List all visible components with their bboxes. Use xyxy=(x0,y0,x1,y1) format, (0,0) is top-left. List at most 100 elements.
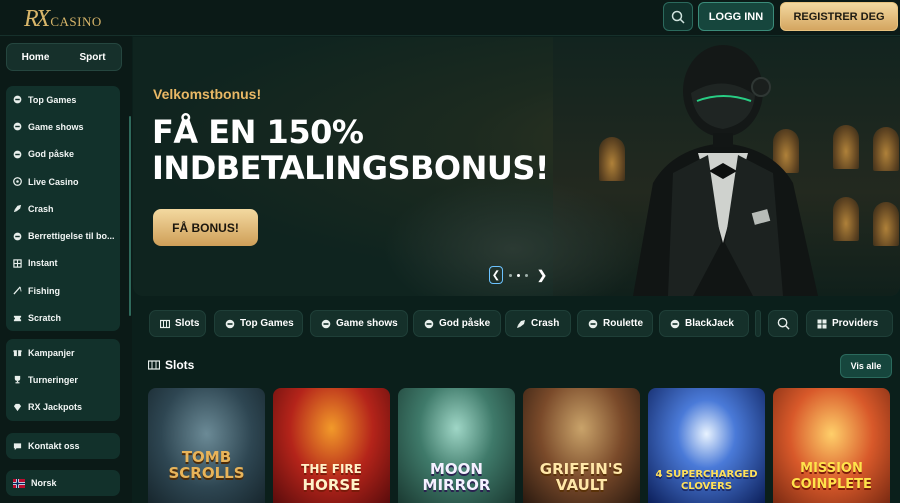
category-search-button[interactable] xyxy=(768,310,798,337)
robot-butler-illustration xyxy=(633,45,818,296)
sidebar: Home Sport Top Games Game shows God påsk… xyxy=(0,36,132,503)
roulette-icon xyxy=(13,177,22,186)
language-label: Norsk xyxy=(31,478,57,488)
sidebar-item-label: Scratch xyxy=(28,313,62,324)
category-label: God påske xyxy=(439,318,491,329)
sidebar-item-crash[interactable]: Crash xyxy=(6,195,120,222)
norway-flag-icon xyxy=(13,478,25,488)
sidebar-item-instant[interactable]: Instant xyxy=(6,250,120,277)
sidebar-item-label: Instant xyxy=(28,258,58,269)
game-title: Mission Coinplete xyxy=(791,461,872,492)
chip-icon xyxy=(424,319,434,329)
sidebar-item-label: Fishing xyxy=(28,285,60,296)
header-search-button[interactable] xyxy=(663,2,693,31)
sidebar-item-label: Berrettigelse til bo... xyxy=(28,231,115,242)
see-all-button[interactable]: Vis alle xyxy=(840,354,892,378)
sidebar-item-god-paske[interactable]: God påske xyxy=(6,141,120,168)
logo-mark: RX xyxy=(24,6,50,32)
sidebar-item-label: Live Casino xyxy=(28,176,79,187)
mansion-window xyxy=(873,127,899,171)
sidebar-item-label: RX Jackpots xyxy=(28,402,83,413)
sidebar-item-contact[interactable]: Kontakt oss xyxy=(6,433,120,459)
slots-section-title: Slots xyxy=(165,358,195,372)
sidebar-item-fishing[interactable]: Fishing xyxy=(6,277,120,304)
sidebar-item-top-games[interactable]: Top Games xyxy=(6,86,120,113)
mansion-window xyxy=(873,202,899,246)
diamond-icon xyxy=(13,403,22,412)
carousel-prev-button[interactable]: ❮ xyxy=(489,266,503,284)
carousel-next-button[interactable]: ❯ xyxy=(536,267,548,283)
chip-icon xyxy=(13,150,22,159)
game-title: The Fire Horse xyxy=(301,462,362,494)
tab-sport[interactable]: Sport xyxy=(64,44,121,70)
tab-home[interactable]: Home xyxy=(7,44,64,70)
sidebar-item-live-casino[interactable]: Live Casino xyxy=(6,168,120,195)
game-title: Griffin's Vault xyxy=(539,460,624,494)
sidebar-games-group: Top Games Game shows God påske Live Casi… xyxy=(6,86,120,331)
sidebar-item-label: God påske xyxy=(28,149,75,160)
category-slots[interactable]: Slots xyxy=(149,310,206,337)
hero-background-fountain xyxy=(383,177,643,296)
search-icon xyxy=(671,10,685,24)
category-label: Roulette xyxy=(603,318,643,329)
game-tile-the-fire-horse[interactable]: The Fire Horse xyxy=(273,388,390,503)
carousel-dot[interactable] xyxy=(509,274,512,277)
sidebar-item-bonus-eligible[interactable]: Berrettigelse til bo... xyxy=(6,222,120,249)
chip-icon xyxy=(321,319,331,329)
chip-icon xyxy=(670,319,680,329)
category-top-games[interactable]: Top Games xyxy=(214,310,303,337)
sidebar-tabs: Home Sport xyxy=(6,43,122,71)
language-selector[interactable]: Norsk xyxy=(6,470,120,496)
sidebar-item-scratch[interactable]: Scratch xyxy=(6,304,120,331)
slot-machine-icon xyxy=(160,319,170,329)
slots-section-header: Slots xyxy=(148,358,194,372)
carousel-dot-active[interactable] xyxy=(517,274,520,277)
chip-icon xyxy=(225,319,235,329)
game-title: Moon Mirror xyxy=(422,460,491,494)
sidebar-contact-group: Kontakt oss xyxy=(6,433,120,459)
hero-title: FÅ EN 150% INDBETALINGSBONUS! xyxy=(152,113,550,186)
hero-title-line-1: FÅ EN 150% xyxy=(152,113,364,151)
sidebar-item-label: Turneringer xyxy=(28,374,78,385)
game-tile-moon-mirror[interactable]: Moon Mirror xyxy=(398,388,515,503)
casino-logo[interactable]: RX CASINO xyxy=(24,4,102,32)
slot-machine-icon xyxy=(148,360,160,370)
category-overflow-edge xyxy=(755,310,761,337)
sidebar-scrollbar[interactable] xyxy=(129,116,131,316)
sidebar-item-turneringer[interactable]: Turneringer xyxy=(6,366,120,393)
chip-icon xyxy=(13,232,22,241)
game-tile-tomb-scrolls[interactable]: Tomb Scrolls xyxy=(148,388,265,503)
game-tile-griffins-vault[interactable]: Griffin's Vault xyxy=(523,388,640,503)
sidebar-language-group: Norsk xyxy=(6,470,120,496)
category-label: Game shows xyxy=(336,318,398,329)
game-tile-4-supercharged-clovers[interactable]: 4 Supercharged Clovers xyxy=(648,388,765,503)
game-title: Tomb Scrolls xyxy=(168,448,245,482)
category-game-shows[interactable]: Game shows xyxy=(310,310,408,337)
sidebar-item-kampanjer[interactable]: Kampanjer xyxy=(6,339,120,366)
rocket-icon xyxy=(516,319,526,329)
sidebar-promos-group: Kampanjer Turneringer RX Jackpots xyxy=(6,339,120,421)
chip-icon xyxy=(13,122,22,131)
sidebar-item-game-shows[interactable]: Game shows xyxy=(6,113,120,140)
get-bonus-button[interactable]: FÅ BONUS! xyxy=(153,209,258,246)
category-label: Top Games xyxy=(240,318,294,329)
top-header: RX CASINO LOGG INN REGISTRER DEG xyxy=(0,0,900,36)
sidebar-item-label: Crash xyxy=(28,203,54,214)
category-blackjack[interactable]: BlackJack xyxy=(659,310,749,337)
sidebar-item-label: Game shows xyxy=(28,121,84,132)
login-button[interactable]: LOGG INN xyxy=(698,2,774,31)
game-tile-mission-coinplete[interactable]: Mission Coinplete xyxy=(773,388,890,503)
sidebar-item-label: Top Games xyxy=(28,94,77,105)
category-god-paske[interactable]: God påske xyxy=(413,310,501,337)
grid-icon xyxy=(13,259,22,268)
category-crash[interactable]: Crash xyxy=(505,310,571,337)
category-roulette[interactable]: Roulette xyxy=(577,310,653,337)
register-button[interactable]: REGISTRER DEG xyxy=(780,2,898,31)
grid-icon xyxy=(817,319,827,329)
providers-button[interactable]: Providers xyxy=(806,310,893,337)
chip-icon xyxy=(588,319,598,329)
carousel-dot[interactable] xyxy=(525,274,528,277)
sidebar-item-rx-jackpots[interactable]: RX Jackpots xyxy=(6,394,120,421)
category-label: Crash xyxy=(531,318,560,329)
trophy-icon xyxy=(13,375,22,384)
